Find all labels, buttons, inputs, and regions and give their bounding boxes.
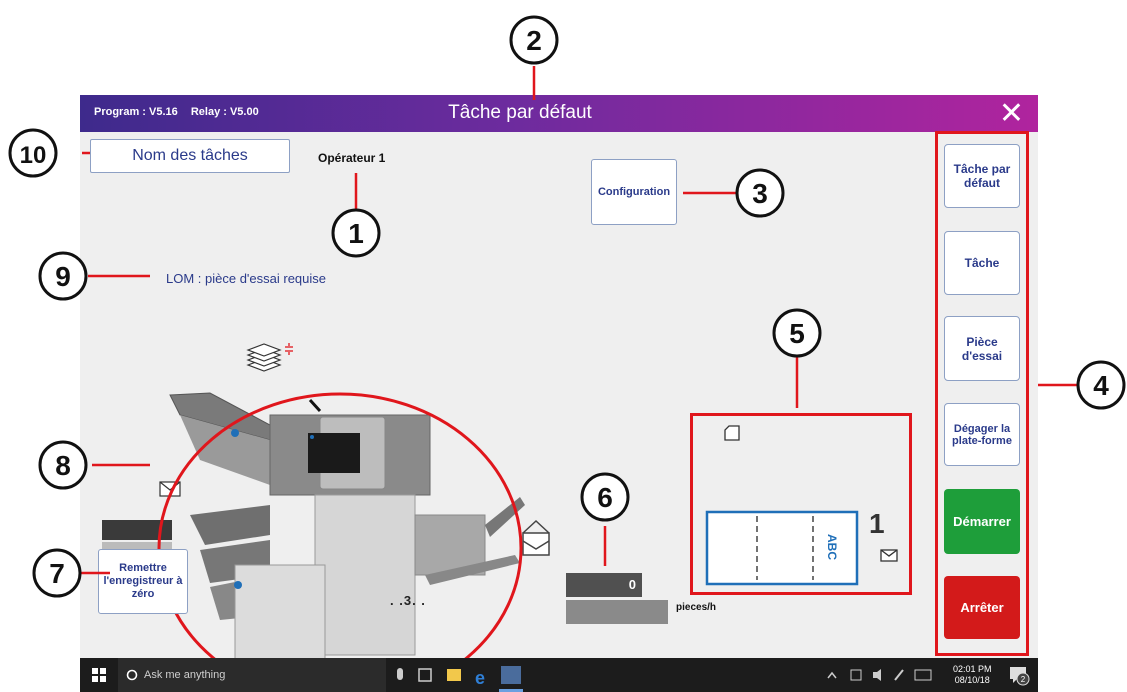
default-task-button[interactable]: Tâche par défaut [944, 144, 1020, 208]
system-tray-icons[interactable] [825, 658, 935, 692]
stop-button[interactable]: Arrêter [944, 576, 1020, 639]
annotation-9: 9 [55, 261, 71, 292]
taskbar-search-box[interactable]: Ask me anything [118, 658, 386, 692]
search-placeholder: Ask me anything [144, 669, 226, 681]
app-window-icon [501, 666, 521, 684]
annotation-8: 8 [55, 450, 71, 481]
document-preview-panel: 1 ABC [690, 413, 912, 595]
open-envelope-icon [522, 519, 550, 556]
network-icon [850, 669, 862, 681]
windows-start-icon[interactable] [92, 668, 106, 682]
taskbar-app-icons[interactable]: e [395, 658, 595, 692]
notification-count: 2 [1021, 675, 1026, 684]
envelope-count: 1 [869, 508, 885, 539]
task-button[interactable]: Tâche [944, 231, 1020, 295]
clear-deck-button[interactable]: Dégager la plate-forme [944, 403, 1020, 466]
tray-chevron-icon [827, 671, 837, 679]
keyboard-icon [914, 669, 932, 681]
task-view-icon [418, 668, 432, 682]
piece-counter: 0 [566, 573, 642, 597]
action-panel: Tâche par défaut Tâche Pièce d'essai Dég… [935, 131, 1029, 656]
clock-time: 02:01 PM [953, 664, 992, 674]
stack-icon [246, 343, 282, 372]
taskbar-clock[interactable]: 02:01 PM 08/10/18 [953, 664, 992, 686]
rate-bar [566, 600, 668, 624]
clock-date: 08/10/18 [954, 675, 990, 685]
volume-icon [873, 669, 881, 681]
cortana-icon [126, 669, 138, 681]
start-button[interactable]: Démarrer [944, 489, 1020, 554]
address-text: ABC [825, 534, 839, 560]
separator-icon [285, 343, 293, 355]
close-icon[interactable]: ✕ [999, 95, 1024, 132]
notification-icon[interactable]: 2 [1008, 664, 1030, 686]
app-window: Program : V5.16 Relay : V5.00 Tâche par … [80, 95, 1038, 658]
annotation-10: 10 [20, 142, 47, 169]
microphone-icon [397, 668, 403, 680]
reset-counter-button[interactable]: Remettre l'enregistreur à zéro [98, 549, 188, 614]
edge-icon: e [475, 668, 485, 688]
small-envelope-icon [880, 549, 898, 562]
rate-unit: pieces/h [676, 602, 717, 613]
file-explorer-icon [447, 669, 461, 681]
annotation-7: 7 [49, 558, 65, 589]
test-piece-button[interactable]: Pièce d'essai [944, 316, 1020, 381]
annotation-2: 2 [526, 25, 542, 56]
page-count-label: . .3. . [390, 593, 426, 608]
pen-icon [894, 669, 904, 681]
page-icon [724, 425, 740, 441]
annotation-4: 4 [1093, 370, 1109, 401]
preview-graphics [705, 425, 898, 586]
windows-taskbar: Ask me anything e 02:01 PM 08/10/18 2 [80, 658, 1038, 692]
